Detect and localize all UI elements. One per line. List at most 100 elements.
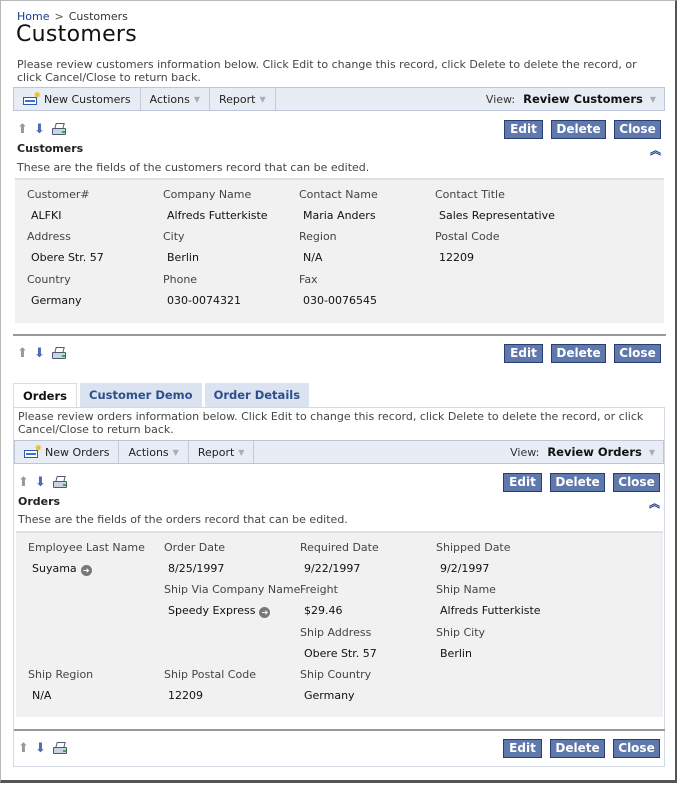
view-selector[interactable]: View: Review Orders ▼ — [510, 445, 663, 459]
next-record-icon[interactable]: ⬇ — [35, 742, 48, 755]
delete-button[interactable]: Delete — [550, 473, 605, 492]
close-button[interactable]: Close — [614, 344, 661, 363]
edit-button[interactable]: Edit — [504, 344, 543, 363]
field-value-text: Berlin — [440, 647, 472, 660]
print-icon[interactable] — [52, 476, 68, 489]
field-value-text: Berlin — [167, 251, 199, 264]
collapse-icon[interactable]: ︽ — [650, 142, 661, 158]
field-value-text: 030-0076545 — [303, 294, 377, 307]
field-label: Address — [27, 230, 71, 243]
field-value: Berlin — [167, 251, 199, 264]
report-label: Report — [219, 92, 256, 106]
field-value: Obere Str. 57 — [304, 647, 377, 660]
field-value-text: Germany — [304, 689, 355, 702]
field-value: Speedy Express ➜ — [168, 604, 271, 618]
previous-record-icon[interactable]: ⬆ — [17, 123, 30, 136]
customers-toolbar: ✸ New Customers Actions ▼ Report ▼ View:… — [13, 87, 665, 111]
field-value-text: 9/2/1997 — [440, 562, 490, 575]
print-icon[interactable] — [52, 742, 68, 755]
close-button[interactable]: Close — [614, 120, 661, 139]
field-label: Company Name — [163, 188, 252, 201]
delete-button[interactable]: Delete — [550, 739, 605, 758]
field-label: Ship Postal Code — [164, 668, 256, 681]
close-button[interactable]: Close — [613, 473, 660, 492]
field-label: Freight — [300, 583, 338, 596]
field-value-text: N/A — [32, 689, 52, 702]
new-record-icon: ✸ — [23, 91, 41, 105]
field-value: 030-0076545 — [303, 294, 377, 307]
next-record-icon[interactable]: ⬇ — [34, 123, 47, 136]
edit-button[interactable]: Edit — [504, 120, 543, 139]
delete-button[interactable]: Delete — [551, 344, 606, 363]
field-value: 12209 — [439, 251, 474, 264]
field-label: Ship Region — [28, 668, 94, 681]
field-value: 8/25/1997 — [168, 562, 224, 575]
field-value: 12209 — [168, 689, 203, 702]
previous-record-icon[interactable]: ⬆ — [18, 742, 31, 755]
field-value: Alfreds Futterkiste — [167, 209, 268, 222]
orders-toolbar: ✸ New Orders Actions ▼ Report ▼ View: Re… — [14, 440, 664, 464]
field-value-text: N/A — [303, 251, 323, 264]
report-menu[interactable]: Report ▼ — [210, 88, 276, 110]
field-value: 9/2/1997 — [440, 562, 489, 575]
report-label: Report — [197, 445, 235, 459]
field-label: Country — [27, 273, 71, 286]
next-record-icon[interactable]: ⬇ — [34, 347, 47, 360]
field-label: Ship Address — [300, 626, 372, 639]
field-label: Region — [299, 230, 337, 243]
field-value: Maria Anders — [303, 209, 376, 222]
field-value-text: Speedy Express — [168, 604, 256, 617]
goto-arrow-icon[interactable]: ➜ — [80, 565, 92, 576]
edit-button[interactable]: Edit — [503, 473, 542, 492]
next-record-icon[interactable]: ⬇ — [35, 476, 48, 489]
tab-customer-demo[interactable]: Customer Demo — [80, 383, 202, 407]
chevron-down-icon: ▼ — [259, 94, 266, 104]
field-value-text: Suyama — [32, 562, 77, 575]
previous-record-icon[interactable]: ⬆ — [17, 347, 30, 360]
goto-arrow-icon[interactable]: ➜ — [259, 607, 271, 618]
field-label: Contact Name — [299, 188, 378, 201]
field-value-text: ALFKI — [31, 209, 62, 222]
print-icon[interactable] — [51, 347, 67, 360]
new-orders-label: New Orders — [45, 445, 110, 459]
field-value-text: 12209 — [439, 251, 474, 264]
view-selector[interactable]: View: Review Customers ▼ — [486, 92, 664, 106]
view-value: Review Orders — [547, 445, 642, 459]
new-record-icon: ✸ — [24, 444, 42, 458]
field-value-text: 030-0074321 — [167, 294, 241, 307]
chevron-down-icon: ▼ — [649, 94, 656, 104]
report-menu[interactable]: Report ▼ — [189, 441, 255, 463]
edit-button[interactable]: Edit — [503, 739, 542, 758]
orders-nav-bottom: ⬆ ⬇ — [18, 742, 68, 755]
collapse-icon[interactable]: ︽ — [649, 495, 660, 511]
field-value: Germany — [31, 294, 82, 307]
field-label: Ship Country — [300, 668, 372, 681]
previous-record-icon[interactable]: ⬆ — [18, 476, 31, 489]
print-icon[interactable] — [51, 123, 67, 136]
chevron-down-icon: ▼ — [193, 94, 200, 104]
delete-button[interactable]: Delete — [551, 120, 606, 139]
chevron-down-icon: ▼ — [648, 447, 655, 457]
field-value-text: Germany — [31, 294, 82, 307]
new-customers-button[interactable]: ✸ New Customers — [14, 88, 141, 110]
tab-order-details[interactable]: Order Details — [204, 383, 310, 407]
customers-section-subtitle: These are the fields of the customers re… — [17, 161, 370, 174]
field-value: Obere Str. 57 — [31, 251, 104, 264]
customers-nav-bottom: ⬆ ⬇ — [17, 347, 67, 360]
close-button[interactable]: Close — [613, 739, 660, 758]
orders-description: Please review orders information below. … — [18, 410, 644, 436]
field-value: Alfreds Futterkiste — [440, 604, 541, 617]
actions-menu[interactable]: Actions ▼ — [119, 441, 189, 463]
actions-menu[interactable]: Actions ▼ — [141, 88, 210, 110]
tab-orders[interactable]: Orders — [13, 383, 77, 407]
field-value-text: Alfreds Futterkiste — [440, 604, 541, 617]
new-orders-button[interactable]: ✸ New Orders — [15, 441, 120, 463]
field-value: Berlin — [440, 647, 472, 660]
field-value: Germany — [304, 689, 355, 702]
field-label: Ship Via Company Name — [164, 583, 301, 596]
field-label: Customer# — [27, 188, 90, 201]
customers-nav-top: ⬆ ⬇ — [17, 123, 67, 136]
field-value: 9/22/1997 — [304, 562, 360, 575]
field-label: Ship City — [436, 626, 486, 639]
field-label: Ship Name — [436, 583, 496, 596]
